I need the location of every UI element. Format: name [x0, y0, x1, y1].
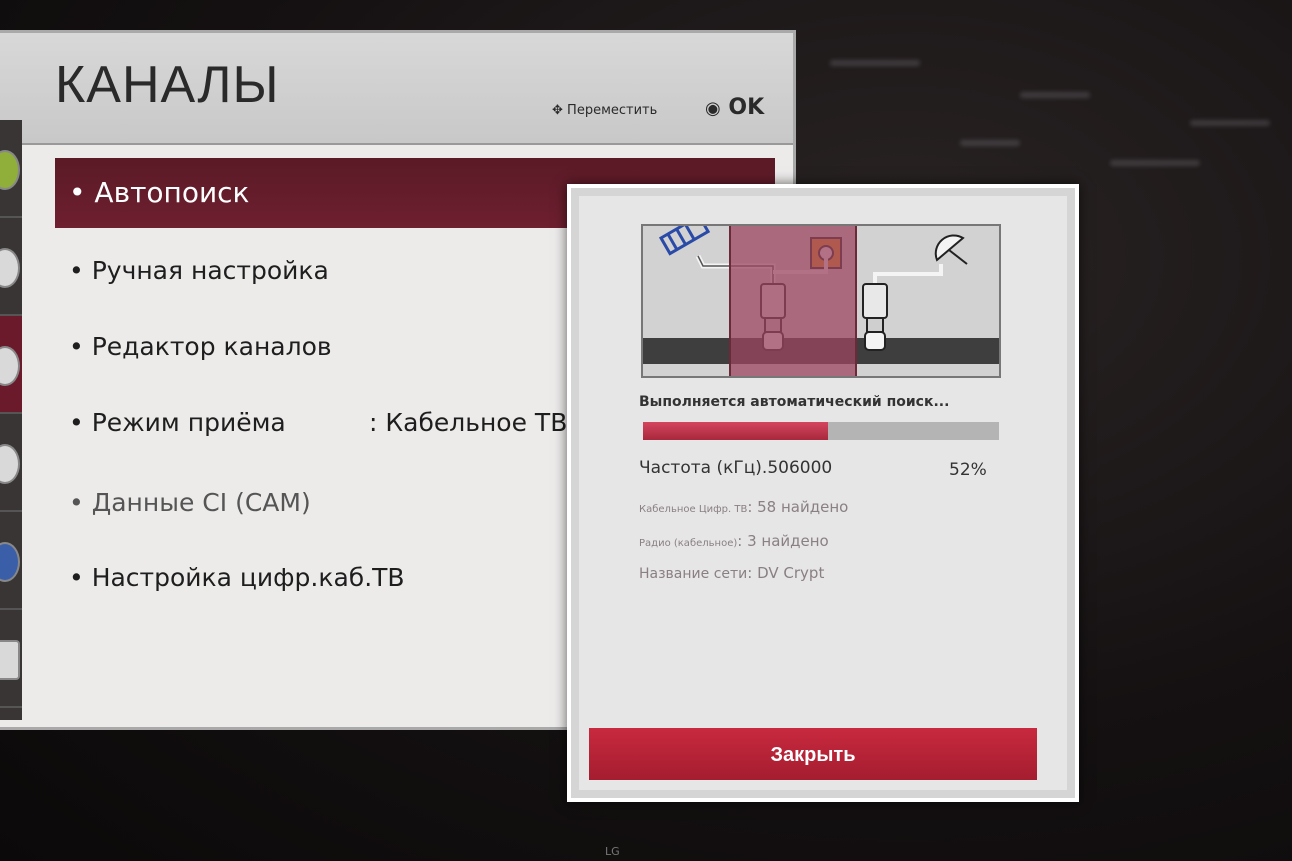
move-hint: ✥ Переместить — [552, 103, 657, 118]
cable-digital-count: Кабельное Цифр. ТВ: 58 найдено — [639, 498, 849, 516]
close-button[interactable]: Закрыть — [589, 728, 1037, 780]
ok-hint: ◉ OK — [705, 95, 764, 120]
menu-item-label: • Ручная настройка — [69, 256, 329, 285]
cable-icon — [658, 213, 711, 256]
support-icon — [0, 640, 20, 680]
light-reflection — [1110, 160, 1200, 166]
light-reflection — [830, 60, 920, 66]
brand-logo: LG — [605, 845, 620, 858]
search-progress-fill — [643, 422, 829, 440]
satellite-dish-icon — [934, 234, 968, 265]
network-label: Название сети — [639, 566, 748, 582]
clock-icon — [0, 444, 20, 484]
cable-digital-label: Кабельное Цифр. ТВ — [639, 504, 748, 515]
picture-icon — [0, 150, 20, 190]
menu-item-label: • Режим приёма — [69, 408, 286, 437]
autosearch-dialog: Выполняется автоматический поиск... Част… — [567, 184, 1079, 802]
cable-digital-value: 58 найдено — [757, 498, 849, 516]
page-title: КАНАЛЫ — [55, 56, 280, 114]
network-name: Название сети: DV Crypt — [639, 564, 825, 582]
category-picture[interactable] — [0, 120, 22, 218]
highlight-band — [729, 226, 857, 376]
network-value: DV Crypt — [757, 564, 825, 582]
category-strip — [0, 120, 22, 720]
ok-button-icon: ◉ — [705, 98, 721, 119]
menu-header: КАНАЛЫ ✥ Переместить ◉ OK — [0, 33, 793, 145]
menu-item-label: • Автопоиск — [69, 176, 250, 209]
speaker-icon — [0, 248, 20, 288]
category-network[interactable] — [0, 512, 22, 610]
cable-connector-right — [862, 283, 888, 351]
light-reflection — [960, 140, 1020, 146]
menu-item-label: • Редактор каналов — [69, 332, 332, 361]
light-reflection — [1190, 120, 1270, 126]
category-sound[interactable] — [0, 218, 22, 316]
satellite-cable — [873, 264, 943, 284]
ok-hint-label: OK — [728, 95, 765, 120]
radio-value: 3 найдено — [747, 532, 829, 550]
category-support[interactable] — [0, 610, 22, 708]
progress-percent: 52% — [949, 460, 987, 480]
dialog-body: Выполняется автоматический поиск... Част… — [579, 196, 1067, 790]
move-hint-label: Переместить — [567, 103, 658, 118]
dpad-icon: ✥ — [552, 103, 563, 118]
search-status: Выполняется автоматический поиск... — [639, 394, 950, 410]
light-reflection — [1020, 92, 1090, 98]
satellite-dish-icon — [0, 346, 20, 386]
tv-screen: КАНАЛЫ ✥ Переместить ◉ OK • Автопоиск • … — [0, 0, 1292, 861]
globe-icon — [0, 542, 20, 582]
reception-mode-value: : Кабельное ТВ — [369, 408, 568, 437]
connection-diagram — [641, 213, 1001, 378]
frequency-readout: Частота (кГц).506000 — [639, 458, 833, 478]
category-time[interactable] — [0, 414, 22, 512]
menu-item-label: • Данные CI (CAM) — [69, 488, 311, 517]
radio-label: Радио (кабельное) — [639, 538, 738, 549]
search-progress-bar — [643, 422, 999, 440]
menu-item-label: • Настройка цифр.каб.ТВ — [69, 563, 405, 592]
radio-count: Радио (кабельное): 3 найдено — [639, 532, 829, 550]
category-channels[interactable] — [0, 316, 22, 414]
